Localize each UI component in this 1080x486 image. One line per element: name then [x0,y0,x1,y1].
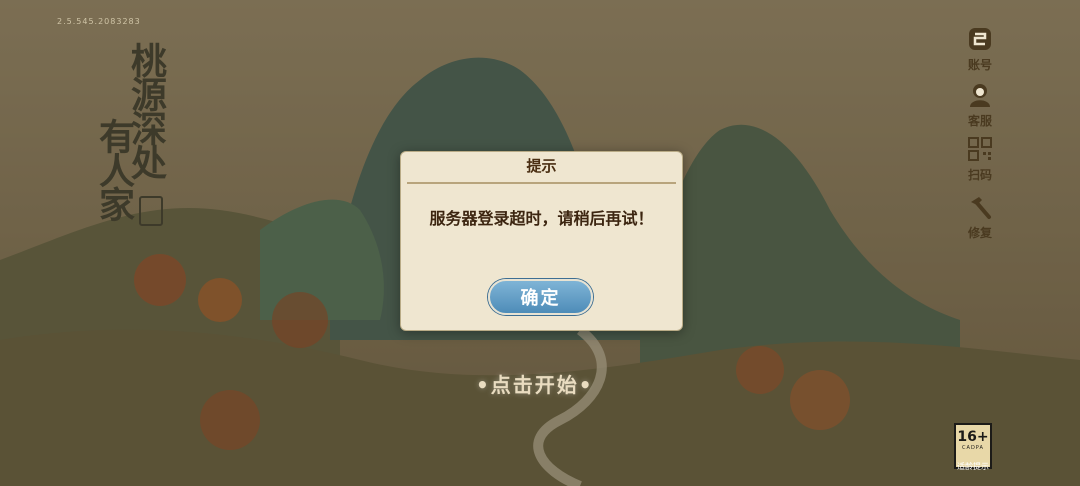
sidebar-item-label: 修复 [967,226,992,240]
age-rating-value: 16+ [957,429,989,445]
sidebar-item-account[interactable]: 账号 [958,26,1002,73]
confirm-button[interactable]: 确定 [488,279,593,315]
customer-service-icon [970,84,990,107]
sidebar-item-label: 客服 [967,114,992,128]
version-label: 2.5.545.2083283 [57,17,141,26]
account-icon [969,28,991,50]
tap-to-start-prompt[interactable]: •点击开始• [476,369,594,398]
sidebar-item-label: 账号 [967,58,992,72]
age-rating-label[interactable]: 适龄提示 [950,461,996,472]
age-rating-org: CADPA [962,445,984,451]
game-title-line2: 有人家 [93,118,135,220]
sidebar-item-qr-scan[interactable]: 扫码 [958,136,1002,183]
sidebar-item-label: 扫码 [967,168,992,182]
qr-scan-icon [968,137,992,161]
repair-icon [971,197,991,219]
dialog-message: 服务器登录超时，请稍后再试！ [429,209,654,228]
sidebar-item-repair[interactable]: 修复 [958,194,1002,241]
dialog-divider [407,182,676,184]
sidebar-item-customer-service[interactable]: 客服 [958,82,1002,129]
title-seal-icon [139,196,163,226]
dialog-title: 提示 [526,157,557,175]
alert-dialog: 提示 服务器登录超时，请稍后再试！ 确定 [400,151,683,331]
